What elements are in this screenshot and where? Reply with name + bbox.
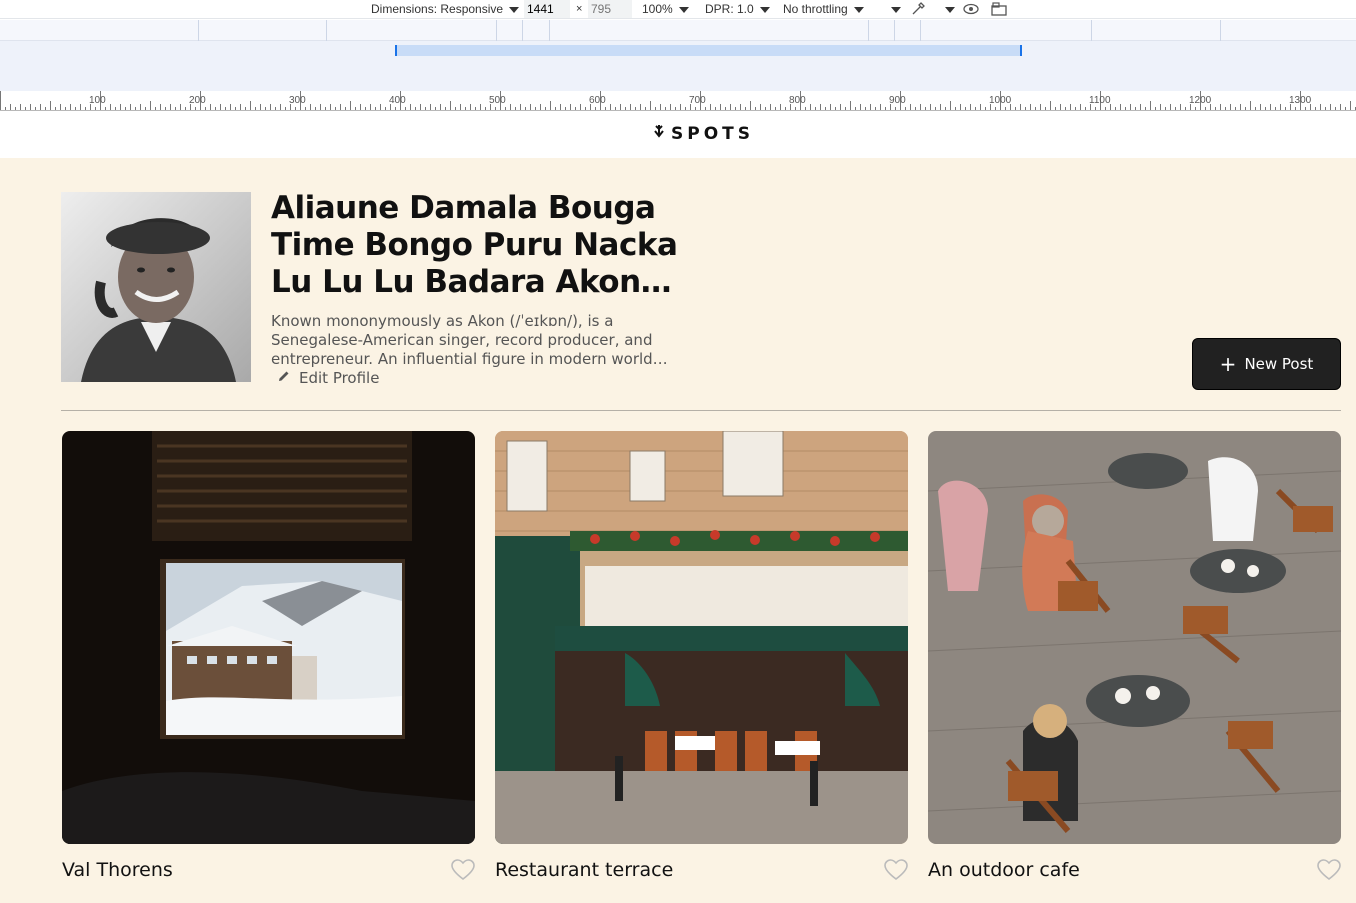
post-card: Restaurant terrace (495, 431, 908, 881)
main-content: Aliaune Damala Bouga Time Bongo Puru Nac… (0, 158, 1356, 903)
heart-icon[interactable] (451, 859, 475, 885)
dpr-label: DPR: 1.0 (705, 2, 754, 16)
chevron-down-icon (945, 6, 955, 13)
ruler-label: 400 (389, 95, 406, 106)
throttling-dropdown[interactable]: No throttling (783, 2, 864, 16)
ruler-label: 100 (89, 95, 106, 106)
times-sign: × (576, 3, 583, 15)
chevron-down-icon (759, 6, 770, 13)
post-card: An outdoor cafe (928, 431, 1341, 881)
more-dropdown[interactable] (939, 2, 955, 16)
ruler-label: 1200 (1189, 95, 1212, 106)
dimensions-dropdown[interactable]: Dimensions: Responsive (371, 2, 520, 16)
heart-icon[interactable] (1317, 859, 1341, 885)
media-query-marker[interactable] (1091, 20, 1092, 41)
media-query-bars (0, 20, 1356, 91)
media-query-marker[interactable] (894, 20, 895, 41)
media-query-marker[interactable] (326, 20, 327, 41)
heart-icon[interactable] (884, 859, 908, 885)
pixel-ruler: 100 200 300 400 500 600 700 800 900 1000 1100 1200 1… (0, 91, 1356, 111)
media-query-marker[interactable] (549, 20, 550, 41)
post-title: An outdoor cafe (928, 859, 1080, 881)
edit-profile-button[interactable]: Edit Profile (277, 369, 379, 387)
chevron-down-icon (891, 6, 901, 13)
height-input[interactable] (588, 0, 632, 18)
devtools-device-toolbar: Dimensions: Responsive × 100% DPR: 1.0 N… (0, 0, 1356, 19)
media-query-row (0, 20, 1356, 41)
zoom-label: 100% (642, 2, 673, 16)
section-divider (61, 410, 1341, 411)
ruler-label: 600 (589, 95, 606, 106)
ruler-label: 800 (789, 95, 806, 106)
post-image[interactable] (928, 431, 1341, 844)
ruler-label: 1100 (1089, 95, 1111, 106)
throttling-label: No throttling (783, 2, 848, 16)
dimensions-label: Dimensions: Responsive (371, 2, 504, 16)
ruler-label: 1300 (1289, 95, 1312, 106)
ruler-label: 700 (689, 95, 706, 106)
spots-logo[interactable]: SPOTS (653, 124, 754, 144)
pencil-icon (277, 369, 291, 387)
media-query-selection[interactable] (395, 45, 1022, 56)
outdoor-cafe-photo (928, 431, 1341, 844)
logo-arrow-icon (653, 124, 665, 144)
ruler-label: 500 (489, 95, 506, 106)
chevron-down-icon (853, 6, 864, 13)
site-header: SPOTS (0, 112, 1356, 158)
chevron-down-icon (509, 6, 520, 13)
media-query-marker[interactable] (198, 20, 199, 41)
profile-name: Aliaune Damala Bouga Time Bongo Puru Nac… (271, 190, 678, 300)
ruler-label: 1000 (989, 95, 1012, 106)
post-card: Val Thorens (62, 431, 475, 881)
post-image[interactable] (62, 431, 475, 844)
post-image[interactable] (495, 431, 908, 844)
zoom-dropdown[interactable]: 100% (642, 2, 689, 16)
new-post-label: New Post (1244, 355, 1314, 373)
ruler-label: 900 (889, 95, 906, 106)
profile-bio: Known mononymously as Akon (/ˈeɪkɒn/), i… (271, 312, 668, 368)
width-input[interactable] (524, 0, 570, 18)
eyedropper-icon[interactable] (910, 1, 926, 20)
avatar-portrait-image (61, 192, 251, 382)
media-query-marker[interactable] (522, 20, 523, 41)
post-title: Restaurant terrace (495, 859, 674, 881)
save-data-dropdown[interactable] (885, 2, 901, 16)
new-post-button[interactable]: + New Post (1192, 338, 1341, 390)
edit-profile-label: Edit Profile (299, 369, 380, 387)
eye-icon[interactable] (962, 2, 980, 19)
media-query-marker[interactable] (920, 20, 921, 41)
profile-avatar (61, 192, 251, 382)
logo-text: SPOTS (671, 124, 754, 144)
media-query-marker[interactable] (1220, 20, 1221, 41)
chevron-down-icon (678, 6, 689, 13)
plus-icon: + (1219, 352, 1237, 376)
media-query-marker[interactable] (868, 20, 869, 41)
media-query-marker[interactable] (496, 20, 497, 41)
dpr-dropdown[interactable]: DPR: 1.0 (705, 2, 770, 16)
ruler-label: 200 (189, 95, 206, 106)
restaurant-terrace-photo (495, 431, 908, 844)
ruler-label: 300 (289, 95, 306, 106)
rotate-icon[interactable] (990, 1, 1008, 20)
val-thorens-photo (62, 431, 475, 844)
post-title: Val Thorens (62, 859, 173, 881)
